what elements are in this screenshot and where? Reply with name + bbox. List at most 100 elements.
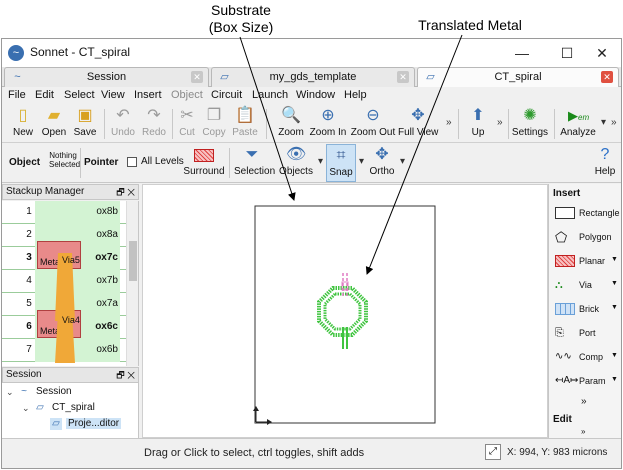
zoom-in-button[interactable]: ⊕ Zoom In	[308, 105, 348, 143]
param-dropdown-icon[interactable]: ▼	[611, 376, 618, 383]
sonnet-logo-icon: ~	[8, 45, 24, 61]
insert-param[interactable]: ↤A↦ Param ▼	[553, 372, 621, 392]
zoom-button[interactable]: 🔍 Zoom	[276, 105, 306, 143]
tree-item-project-editor[interactable]: Proje...ditor	[66, 418, 122, 429]
insert-comp[interactable]: ∿∿ Comp ▼	[553, 348, 621, 368]
tab-close-icon[interactable]: ✕	[191, 71, 203, 83]
panel-window-buttons[interactable]: 🗗 ✕	[116, 368, 135, 382]
objects-button[interactable]: 👁 Objects	[278, 144, 314, 182]
tab-my-gds-template[interactable]: ▱ my_gds_template ✕	[211, 67, 415, 87]
cursor-coordinates: X: 994, Y: 983 microns	[507, 447, 608, 458]
full-view-button[interactable]: ✥ Full View	[398, 105, 438, 143]
toolbar-overflow-icon[interactable]: »	[611, 117, 617, 128]
cut-button[interactable]: ✂ Cut	[174, 105, 200, 143]
tree-item-ct-spiral[interactable]: CT_spiral	[52, 402, 95, 413]
expand-arrow-icon[interactable]: ⌄	[22, 403, 30, 414]
translated-metal-annotation: Translated Metal	[418, 17, 522, 33]
paste-button[interactable]: 📋 Paste	[228, 105, 262, 143]
tab-close-icon[interactable]: ✕	[397, 71, 409, 83]
menu-launch[interactable]: Launch	[252, 89, 288, 101]
settings-button[interactable]: ✺ Settings	[511, 105, 549, 143]
save-button[interactable]: ▣ Save	[70, 105, 100, 143]
tab-label: Session	[86, 71, 127, 83]
snap-button[interactable]: ⌗ Snap	[326, 144, 356, 182]
analyze-dropdown-icon[interactable]: ▾	[601, 117, 606, 128]
brick-label: Brick	[579, 304, 599, 314]
toolbar-overflow-icon[interactable]: »	[497, 117, 503, 128]
insert-brick[interactable]: Brick ▼	[553, 300, 621, 320]
analyze-em-icon: ▶em	[568, 108, 590, 123]
maximize-button[interactable]: ☐	[552, 42, 582, 64]
stackup-scrollbar[interactable]	[126, 201, 138, 366]
toolbar-separator	[172, 109, 173, 139]
menu-circuit[interactable]: Circuit	[211, 89, 242, 101]
ortho-dropdown-icon[interactable]: ▾	[400, 156, 405, 167]
menu-file[interactable]: File	[8, 89, 26, 101]
via-dropdown-icon[interactable]: ▼	[611, 280, 618, 287]
insert-rectangle[interactable]: Rectangle	[553, 204, 621, 224]
ruler-icon[interactable]: ⤢	[485, 444, 501, 460]
menu-select[interactable]: Select	[64, 89, 95, 101]
stackup-level-number: 5	[26, 298, 32, 309]
menu-window[interactable]: Window	[296, 89, 335, 101]
insert-port[interactable]: ⎘ Port	[553, 324, 621, 344]
scrollbar-thumb[interactable]	[129, 241, 137, 281]
objects-dropdown-icon[interactable]: ▾	[318, 156, 323, 167]
toolbar-overflow-icon[interactable]: »	[446, 117, 452, 128]
planar-dropdown-icon[interactable]: ▼	[611, 256, 618, 263]
brick-dropdown-icon[interactable]: ▼	[611, 304, 618, 311]
dielectric-label: ox8a	[96, 229, 118, 240]
menu-view[interactable]: View	[101, 89, 125, 101]
project-icon: ▱	[36, 402, 44, 413]
tab-close-icon[interactable]: ✕	[601, 71, 613, 83]
insert-planar[interactable]: Planar ▼	[553, 252, 621, 272]
tab-ct-spiral[interactable]: ▱ CT_spiral ✕	[417, 67, 619, 87]
menu-edit[interactable]: Edit	[35, 89, 54, 101]
snap-dropdown-icon[interactable]: ▾	[359, 156, 364, 167]
menu-insert[interactable]: Insert	[134, 89, 162, 101]
zoom-out-button[interactable]: ⊖ Zoom Out	[350, 105, 396, 143]
layout-drawing[interactable]	[143, 185, 548, 438]
stackup-level-number: 4	[26, 275, 32, 286]
tree-item-session[interactable]: Session	[36, 386, 72, 397]
rectangle-icon	[555, 207, 575, 219]
surround-button[interactable]: Surround	[182, 146, 226, 180]
session-panel-title: Session	[6, 369, 42, 380]
toolbar-separator	[229, 148, 230, 178]
selection-label: Selection	[234, 166, 276, 177]
minimize-button[interactable]: —	[507, 42, 537, 64]
up-button[interactable]: ⬆ Up	[464, 105, 492, 143]
planar-label: Planar	[579, 256, 606, 266]
dielectric-label: ox8b	[96, 206, 118, 217]
stackup-row[interactable]: 1 ox8b	[2, 201, 126, 224]
new-label: New	[12, 127, 33, 138]
edit-more-icon[interactable]: »	[581, 427, 585, 436]
new-button[interactable]: ▯ New	[8, 105, 38, 143]
expand-arrow-icon[interactable]: ⌄	[6, 387, 14, 398]
ortho-button[interactable]: ✥ Ortho	[367, 144, 397, 182]
insert-via[interactable]: ⛬ Via ▼	[553, 276, 621, 296]
help-button[interactable]: ? Help	[592, 144, 618, 182]
undo-button[interactable]: ↶ Undo	[108, 105, 138, 143]
layout-canvas[interactable]	[142, 184, 548, 438]
copy-button[interactable]: ❐ Copy	[201, 105, 227, 143]
menu-object[interactable]: Object	[171, 89, 203, 101]
nothing-selected-line1: Nothing	[49, 151, 77, 160]
open-button[interactable]: ▰ Open	[39, 105, 69, 143]
help-label: Help	[594, 166, 616, 177]
tab-label: my_gds_template	[269, 71, 357, 83]
dielectric-label: ox7c	[95, 252, 118, 263]
redo-button[interactable]: ↷ Redo	[139, 105, 169, 143]
all-levels-checkbox[interactable]	[127, 157, 137, 167]
paste-icon: 📋	[235, 107, 255, 124]
substrate-annotation: Substrate (Box Size)	[196, 2, 286, 36]
palette-more-icon[interactable]: »	[581, 396, 587, 407]
selection-button[interactable]: ⏷ Selection	[234, 144, 276, 182]
tab-session[interactable]: ~ Session ✕	[4, 67, 209, 87]
panel-window-buttons[interactable]: 🗗 ✕	[116, 185, 135, 199]
analyze-button[interactable]: ▶em Analyze	[559, 105, 597, 143]
menu-help[interactable]: Help	[344, 89, 367, 101]
close-window-button[interactable]: ✕	[587, 42, 617, 64]
comp-dropdown-icon[interactable]: ▼	[611, 352, 618, 359]
insert-polygon[interactable]: ⬠ Polygon	[553, 228, 621, 248]
